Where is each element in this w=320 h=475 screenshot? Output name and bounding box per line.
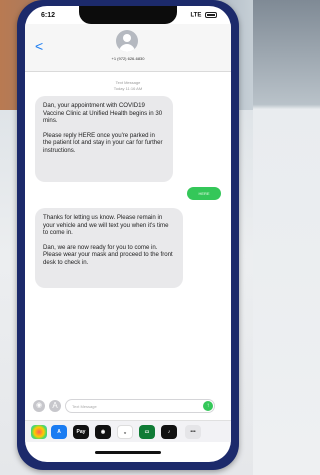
status-time: 6:12 — [41, 12, 56, 19]
camera-icon[interactable]: ◉ — [33, 400, 45, 412]
incoming-message-bubble[interactable]: Thanks for letting us know. Please remai… — [35, 208, 183, 288]
music-icon[interactable]: ♪ — [161, 425, 177, 439]
memoji-icon[interactable]: ◉ — [95, 425, 111, 439]
message-text: Thanks for letting us know. Please remai… — [43, 214, 169, 237]
messages-screen: 6:12 LTE < +1 (972) 626-6830 Text Messag… — [25, 6, 231, 462]
back-chevron-icon[interactable]: < — [35, 38, 43, 54]
thread-timestamp: Text Message Today 11:16 AM — [25, 80, 231, 92]
message-text: Dan, we are now ready for you to come in… — [43, 243, 173, 266]
more-apps-icon[interactable]: ••• — [185, 425, 201, 439]
phone-frame: 6:12 LTE < +1 (972) 626-6830 Text Messag… — [17, 0, 239, 470]
phone-notch — [79, 6, 177, 24]
timestamp-line-2: Today 11:16 AM — [113, 86, 143, 91]
maps-icon[interactable]: ▭ — [139, 425, 155, 439]
send-icon[interactable]: ↑ — [203, 401, 213, 411]
message-text: Please reply HERE once you're parked in … — [43, 131, 163, 154]
photos-app-icon[interactable] — [31, 425, 47, 439]
conversation-header: < +1 (972) 626-6830 — [25, 24, 231, 72]
avatar-body — [119, 44, 135, 52]
outgoing-message-bubble[interactable]: HERE — [187, 187, 221, 200]
signal-label: LTE — [190, 12, 202, 19]
appstore-app-icon[interactable]: A — [51, 425, 67, 439]
message-text: Dan, your appointment with COVID19 Vacci… — [43, 102, 163, 125]
imessage-app-drawer: A Pay ◉ ◒ ▭ ♪ ••• — [25, 420, 231, 442]
avatar-head — [123, 34, 131, 42]
status-indicators: LTE — [190, 12, 217, 19]
home-indicator[interactable] — [95, 451, 161, 454]
contact-avatar[interactable] — [116, 30, 138, 52]
appstore-icon[interactable]: A — [49, 400, 61, 412]
incoming-message-bubble[interactable]: Dan, your appointment with COVID19 Vacci… — [35, 96, 173, 182]
message-composer: ◉ A Text Message ↑ — [25, 396, 231, 416]
apple-pay-icon[interactable]: Pay — [73, 425, 89, 439]
contact-phone-number[interactable]: +1 (972) 626-6830 — [25, 56, 231, 61]
stickers-icon[interactable]: ◒ — [117, 425, 133, 439]
message-input[interactable]: Text Message — [65, 399, 215, 413]
battery-icon — [205, 12, 217, 18]
